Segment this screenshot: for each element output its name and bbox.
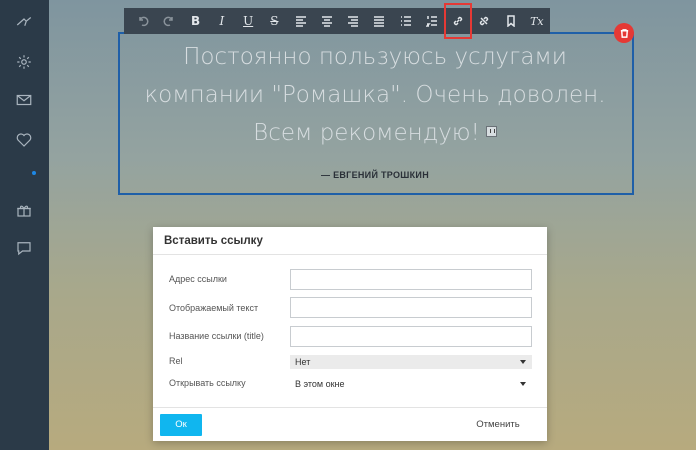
rel-select-value: Нет	[295, 357, 311, 367]
numbered-list-icon[interactable]	[419, 8, 445, 34]
quote-text[interactable]: Постоянно пользуюсь услугами компании "Р…	[124, 38, 626, 152]
insert-link-dialog: Вставить ссылку Адрес ссылки Отображаемы…	[153, 227, 547, 441]
open-target-select[interactable]: В этом окне	[290, 377, 532, 391]
align-justify-icon[interactable]	[366, 8, 392, 34]
logo-icon[interactable]	[12, 10, 36, 34]
chevron-down-icon	[520, 360, 526, 364]
undo-icon[interactable]	[130, 8, 156, 34]
open-target-label: Открывать ссылку	[169, 378, 246, 388]
display-text-field[interactable]	[290, 297, 532, 318]
format-toolbar: B I U S Tx	[124, 3, 550, 39]
mail-icon[interactable]	[12, 88, 36, 112]
url-label: Адрес ссылки	[169, 274, 227, 284]
cancel-button[interactable]: Отменить	[468, 414, 528, 436]
quote-author: — ЕВГЕНИЙ ТРОШКИН	[320, 170, 430, 180]
chat-icon[interactable]	[12, 236, 36, 260]
active-indicator	[32, 171, 36, 175]
quote-text-content: Постоянно пользуюсь услугами компании "Р…	[144, 44, 606, 146]
chevron-down-icon	[520, 382, 526, 386]
link-title-label: Название ссылки (title)	[169, 331, 264, 341]
display-text-label: Отображаемый текст	[169, 303, 259, 313]
clear-format-icon[interactable]: Tx	[524, 8, 550, 34]
align-center-icon[interactable]	[314, 8, 340, 34]
url-field[interactable]	[290, 269, 532, 290]
align-right-icon[interactable]	[340, 8, 366, 34]
bullet-list-icon[interactable]	[393, 8, 419, 34]
align-left-icon[interactable]	[288, 8, 314, 34]
bookmark-icon[interactable]	[498, 8, 524, 34]
link-icon[interactable]	[443, 3, 473, 39]
trash-icon	[620, 28, 628, 38]
rel-select[interactable]: Нет	[290, 355, 532, 369]
ok-button[interactable]: Ок	[160, 414, 202, 436]
redo-icon[interactable]	[156, 8, 182, 34]
anchor-marker-icon	[485, 126, 497, 137]
link-title-field[interactable]	[290, 326, 532, 347]
gear-icon[interactable]	[12, 50, 36, 74]
dialog-footer: Ок Отменить	[153, 407, 547, 441]
rel-label: Rel	[169, 356, 183, 366]
strikethrough-icon[interactable]: S	[261, 8, 287, 34]
gift-icon[interactable]	[12, 198, 36, 222]
dialog-title: Вставить ссылку	[153, 227, 547, 255]
open-target-value: В этом окне	[295, 379, 345, 389]
underline-icon[interactable]: U	[235, 8, 261, 34]
bold-icon[interactable]: B	[183, 8, 209, 34]
sidebar	[0, 0, 49, 450]
italic-icon[interactable]: I	[209, 8, 235, 34]
unlink-icon[interactable]	[471, 8, 497, 34]
heart-icon[interactable]	[12, 128, 36, 152]
delete-block-button[interactable]	[614, 23, 634, 43]
